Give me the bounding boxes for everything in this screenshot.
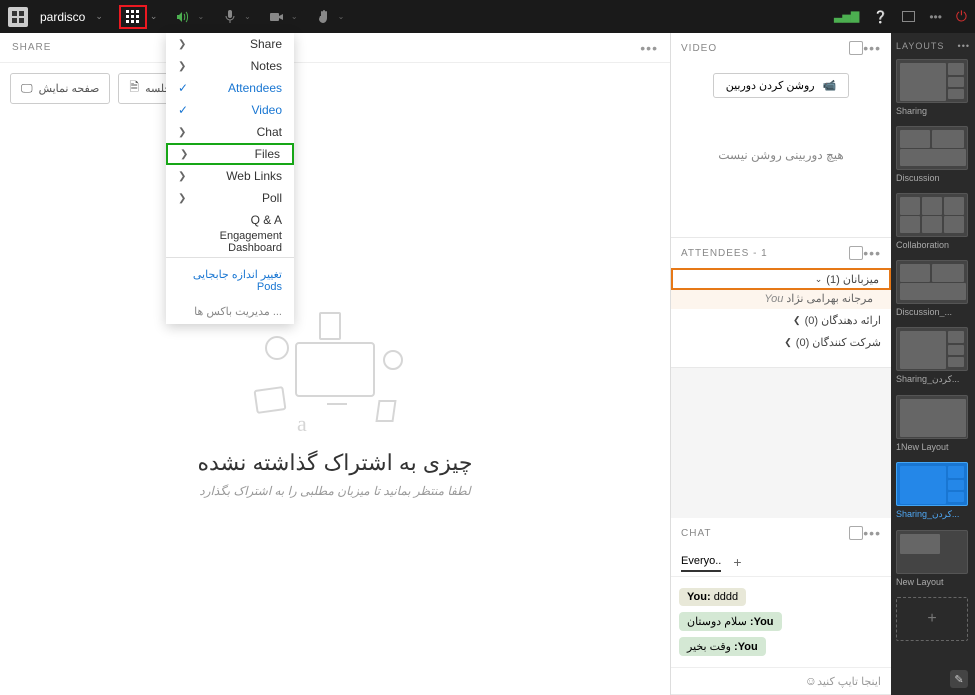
layout-item-sharing[interactable]: Sharing [896, 59, 970, 116]
start-camera-button[interactable]: 📹روشن کردن دوربین [713, 73, 850, 98]
menu-separator [166, 257, 294, 258]
help-icon[interactable]: ❔ [873, 10, 888, 24]
more-icon[interactable]: ••• [863, 245, 881, 261]
chat-message: You: dddd [679, 588, 746, 606]
menu-item-engagement[interactable]: Engagement Dashboard [166, 231, 294, 253]
share-empty-subtitle: لطفا منتظر بمانید تا میزبان مطلبی را به … [199, 484, 470, 498]
attendees-pod: ATTENDEES - 1••• میزبانان (1)⌄ مرجانه به… [671, 238, 891, 368]
chevron-down-icon[interactable]: ⌄ [244, 12, 251, 21]
hand-icon[interactable] [316, 10, 332, 24]
menu-item-notes[interactable]: ❯Notes [166, 55, 294, 77]
more-icon[interactable]: ••• [863, 525, 881, 541]
chat-messages: You: dddd You: سلام دوستان You: وقت بخیر [671, 577, 891, 667]
camera-icon[interactable] [269, 10, 285, 24]
chevron-down-icon[interactable]: ⌄ [291, 12, 298, 21]
speaker-icon[interactable] [175, 10, 191, 24]
layouts-panel: LAYOUTS ••• Sharing Discussion Collaborat… [891, 33, 975, 695]
chat-add-tab-button[interactable]: + [733, 554, 741, 570]
mic-icon[interactable] [222, 10, 238, 24]
attendee-group-presenters[interactable]: ارائه دهندگان (0)❯ [671, 309, 891, 331]
menu-item-manage-pods[interactable]: مدیریت باکس ها ... [166, 299, 294, 324]
video-pod: VIDEO ••• 📹روشن کردن دوربین هیچ دوربینی ر… [671, 33, 891, 238]
chevron-down-icon[interactable]: ⌄ [197, 12, 204, 21]
chevron-right-icon: ❯ [178, 193, 192, 204]
share-empty-state: a چیزی به اشتراک گذاشته نشده لطفا منتظر … [0, 114, 670, 695]
chat-pod: CHAT ••• Everyo.. + You: dddd You: سلام دو… [671, 518, 891, 695]
layout-item-discussion2[interactable]: Discussion_... [896, 260, 970, 317]
share-title: SHARE [12, 42, 51, 53]
pods-dropdown-menu: ❯Share ❯Notes ✓Attendees ✓Video ❯Chat ❯F… [166, 33, 294, 324]
menu-item-attendees[interactable]: ✓Attendees [166, 77, 294, 99]
fullscreen-icon[interactable] [902, 11, 915, 22]
check-icon: ✓ [178, 81, 192, 95]
menu-item-share[interactable]: ❯Share [166, 33, 294, 55]
camera-icon: 📹 [823, 79, 837, 92]
layout-item-collaboration[interactable]: Collaboration [896, 193, 970, 250]
menu-item-files[interactable]: ❯Files [166, 143, 294, 165]
menu-item-resize-pods[interactable]: تغییر اندازه جابجایی Pods [166, 262, 294, 299]
layout-tool-icon[interactable]: ✎ [950, 670, 968, 688]
layout-item-new2[interactable]: New Layout [896, 530, 970, 587]
signal-icon[interactable]: ▃▅▇ [834, 10, 859, 23]
document-icon: 🗎 [129, 78, 139, 99]
menu-item-chat[interactable]: ❯Chat [166, 121, 294, 143]
app-logo-icon [8, 7, 28, 27]
menu-item-weblinks[interactable]: ❯Web Links [166, 165, 294, 187]
more-icon[interactable]: ••• [863, 40, 881, 56]
chevron-right-icon: ❯ [178, 39, 192, 50]
layout-item-sharing2[interactable]: Sharing_کردن... [896, 327, 970, 385]
video-header: VIDEO [681, 43, 717, 54]
fullscreen-icon[interactable] [849, 41, 863, 55]
share-screen-button[interactable]: 🖵صفحه نمایش [10, 73, 110, 104]
share-empty-title: چیزی به اشتراک گذاشته نشده [198, 450, 473, 476]
power-icon[interactable]: ⏻ [956, 8, 967, 25]
layouts-header: LAYOUTS [896, 41, 944, 51]
chevron-down-icon[interactable]: ⌄ [150, 11, 158, 22]
chat-message: You: سلام دوستان [679, 612, 782, 631]
layout-item-new1[interactable]: 1New Layout [896, 395, 970, 452]
grid-icon [126, 10, 139, 23]
layout-add-button[interactable]: + [896, 597, 968, 641]
fullscreen-icon[interactable] [849, 246, 863, 260]
chevron-right-icon: ❯ [178, 171, 192, 182]
chat-message: You: وقت بخیر [679, 637, 766, 656]
share-pod: SHARE ••• 🖵صفحه نمایش 🗎فایل های جلسه a چ… [0, 33, 670, 695]
more-icon[interactable]: ••• [640, 40, 658, 56]
chevron-right-icon: ❯ [793, 315, 801, 326]
menu-item-qa[interactable]: Q & A [166, 209, 294, 231]
chat-tab-everyone[interactable]: Everyo.. [681, 552, 721, 572]
more-icon[interactable]: ••• [958, 41, 970, 51]
topbar: pardisco ⌄ ⌄ ⌄ ⌄ ⌄ ⌄ ▃▅▇ ❔ ••• ⏻ [0, 0, 975, 33]
layout-item-discussion[interactable]: Discussion [896, 126, 970, 183]
chevron-right-icon: ❯ [178, 127, 192, 138]
chevron-down-icon[interactable]: ⌄ [338, 12, 345, 21]
menu-item-video[interactable]: ✓Video [166, 99, 294, 121]
monitor-icon: 🖵 [21, 81, 33, 96]
chevron-right-icon: ❯ [178, 61, 192, 72]
chevron-down-icon: ⌄ [815, 274, 823, 285]
chat-header: CHAT [681, 528, 711, 539]
meeting-title[interactable]: pardisco [40, 10, 85, 24]
chevron-right-icon: ❯ [784, 337, 792, 348]
fullscreen-icon[interactable] [849, 526, 863, 540]
more-icon[interactable]: ••• [929, 10, 942, 24]
right-column: VIDEO ••• 📹روشن کردن دوربین هیچ دوربینی ر… [670, 33, 891, 695]
menu-item-poll[interactable]: ❯Poll [166, 187, 294, 209]
attendee-group-hosts[interactable]: میزبانان (1)⌄ [671, 268, 891, 290]
share-header: SHARE ••• [0, 33, 670, 63]
no-camera-message: هیچ دوربینی روشن نیست [681, 148, 881, 162]
share-illustration-icon: a [255, 312, 415, 432]
layout-item-sharing3[interactable]: Sharing_کردن... [896, 462, 970, 520]
attendee-group-participants[interactable]: شرکت کنندگان (0)❯ [671, 331, 891, 353]
attendees-header: ATTENDEES [681, 248, 749, 259]
chevron-down-icon[interactable]: ⌄ [95, 11, 103, 22]
check-icon: ✓ [178, 103, 192, 117]
pods-menu-button[interactable] [119, 5, 147, 29]
chevron-right-icon: ❯ [180, 149, 194, 160]
emoji-icon[interactable]: ☺ [805, 674, 817, 688]
chat-input[interactable]: اینجا تایپ کنید☺ [671, 667, 891, 694]
attendee-user[interactable]: مرجانه بهرامی نژاد You [671, 290, 891, 309]
